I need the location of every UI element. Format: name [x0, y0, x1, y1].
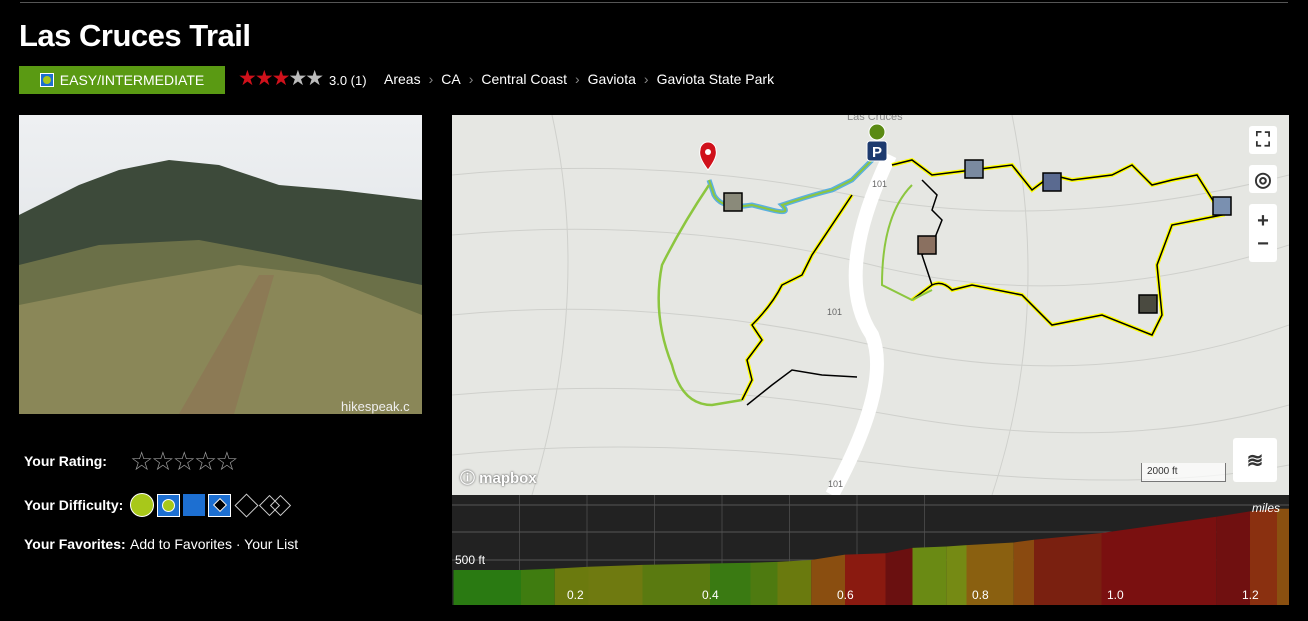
x-tick-label: 0.2 — [567, 588, 584, 602]
favorites-links: Add to Favorites · Your List — [130, 536, 298, 552]
breadcrumb-areas[interactable]: Areas — [384, 71, 421, 87]
elevation-segment — [946, 545, 967, 605]
elevation-segment — [912, 546, 947, 605]
road-label: 101 — [828, 479, 843, 489]
elevation-segment — [750, 561, 778, 605]
breadcrumb-gaviota-state-park[interactable]: Gaviota State Park — [657, 71, 775, 87]
breadcrumb-central-coast[interactable]: Central Coast — [481, 71, 567, 87]
breadcrumb-ca[interactable]: CA — [441, 71, 460, 87]
locate-icon[interactable]: ◎ — [1249, 165, 1277, 193]
your-favorites-label: Your Favorites: — [24, 536, 126, 552]
elevation-segment — [642, 563, 710, 605]
x-tick-label: 0.8 — [972, 588, 989, 602]
chevron-right-icon: › — [428, 71, 434, 87]
trail-yellow[interactable] — [740, 193, 854, 401]
photo-watermark: hikespeak.c — [341, 399, 410, 414]
intermediate-difficult-icon[interactable] — [208, 493, 231, 517]
rating-value: 3.0 (1) — [329, 73, 367, 88]
easy-intermediate-icon[interactable] — [157, 493, 180, 517]
x-unit-label: miles — [1252, 501, 1280, 515]
road-label: 101 — [827, 307, 842, 317]
place-label: Las Cruces — [847, 115, 903, 123]
your-list-link[interactable]: Your List — [244, 536, 298, 552]
map-pin-icon — [699, 141, 717, 171]
user-rating-stars[interactable]: ☆☆☆☆☆ — [130, 446, 239, 477]
user-difficulty-picker[interactable] — [130, 492, 292, 518]
elevation-segment — [885, 547, 913, 605]
easy-circle-icon[interactable] — [130, 493, 154, 517]
x-tick-label: 1.2 — [1242, 588, 1259, 602]
zoom-out-button[interactable]: − — [1257, 233, 1269, 256]
fullscreen-icon[interactable]: ⛶ — [1249, 126, 1277, 154]
x-tick-label: 0.6 — [837, 588, 854, 602]
trail-green[interactable] — [657, 184, 743, 407]
trail-photo[interactable]: hikespeak.c — [19, 115, 422, 414]
chevron-right-icon: › — [643, 71, 649, 87]
elevation-segment — [453, 569, 521, 605]
add-to-favorites-link[interactable]: Add to Favorites — [130, 536, 232, 552]
very-difficult-diamond-icon[interactable] — [258, 494, 292, 516]
x-tick-label: 1.0 — [1107, 588, 1124, 602]
difficulty-label: EASY/INTERMEDIATE — [59, 72, 205, 88]
elevation-segment — [777, 560, 812, 605]
breadcrumb-gaviota[interactable]: Gaviota — [588, 71, 636, 87]
svg-text:P: P — [872, 144, 882, 161]
layers-icon[interactable]: ≋ — [1233, 438, 1277, 482]
elevation-segment — [1013, 539, 1034, 605]
easy-intermediate-icon — [39, 73, 54, 87]
your-rating-label: Your Rating: — [24, 453, 107, 469]
mapbox-logo-text: mapbox — [479, 470, 537, 487]
chevron-right-icon: › — [468, 71, 474, 87]
page-title: Las Cruces Trail — [19, 18, 251, 53]
your-difficulty-label: Your Difficulty: — [24, 497, 124, 513]
intermediate-square-icon[interactable] — [183, 494, 205, 516]
road-label: 101 — [872, 179, 887, 189]
zoom-in-button[interactable]: + — [1257, 210, 1269, 233]
elevation-segment — [1034, 533, 1102, 605]
scale-bar: 2000 ft — [1141, 463, 1226, 482]
parking-icon: P — [866, 123, 888, 162]
elevation-segment — [1277, 508, 1289, 605]
divider — [20, 2, 1288, 3]
x-tick-label: 0.4 — [702, 588, 719, 602]
elevation-segment — [521, 568, 555, 605]
chevron-right-icon: › — [574, 71, 580, 87]
elevation-segment — [588, 564, 643, 605]
star-rating: ★★★★★ — [238, 67, 324, 90]
separator: · — [235, 536, 241, 552]
y-axis-label: 500 ft — [455, 553, 486, 567]
breadcrumb: Areas › CA › Central Coast › Gaviota › Gavio… — [384, 71, 774, 87]
elevation-profile[interactable]: 0.2 0.4 0.6 0.8 1.0 1.2 500 ft miles — [452, 495, 1289, 605]
trail-map[interactable]: Las Cruces 101 101 101 P ⛶ ◎ + − ≋ ⓘ mapb… — [452, 115, 1289, 495]
mapbox-logo[interactable]: ⓘ mapbox — [460, 467, 537, 488]
difficulty-badge: EASY/INTERMEDIATE — [19, 66, 225, 94]
difficult-diamond-icon[interactable] — [234, 492, 259, 518]
